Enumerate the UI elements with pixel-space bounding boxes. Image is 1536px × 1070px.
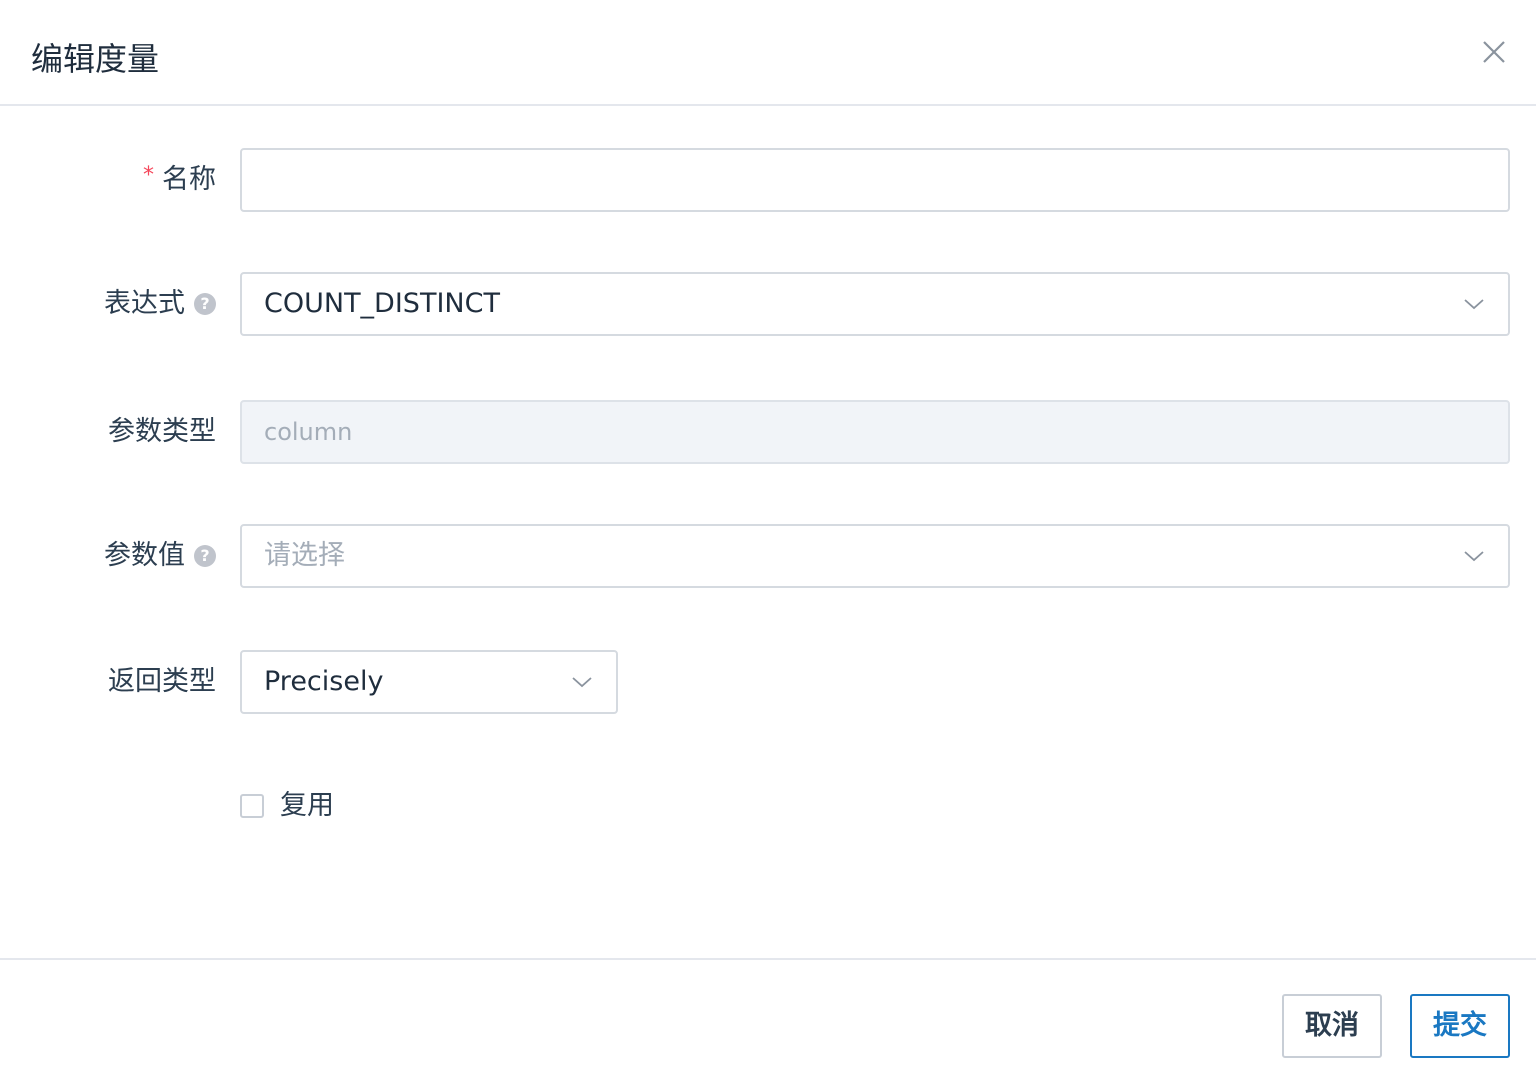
return-type-select-value: Precisely (264, 666, 384, 697)
help-icon[interactable]: ? (194, 545, 216, 567)
dialog-header: 编辑度量 (0, 0, 1536, 106)
submit-button[interactable]: 提交 (1410, 994, 1510, 1058)
param-type-label-group: 参数类型 (108, 400, 216, 464)
param-type-label: 参数类型 (108, 416, 216, 447)
param-value-placeholder: 请选择 (264, 540, 345, 571)
help-icon[interactable]: ? (194, 293, 216, 315)
expression-label: 表达式 (104, 288, 185, 319)
reuse-checkbox[interactable] (240, 794, 264, 818)
param-value-label-group: 参数值 ? (104, 524, 216, 588)
reuse-checkbox-label[interactable]: 复用 (280, 790, 334, 822)
name-label: 名称 (162, 164, 216, 195)
form-row-name: * 名称 (0, 148, 1536, 212)
reuse-checkbox-row: 复用 (240, 790, 334, 822)
form-row-return-type: 返回类型 Precisely (0, 650, 1536, 714)
form-row-param-value: 参数值 ? 请选择 (0, 524, 1536, 588)
form-row-param-type: 参数类型 column (0, 400, 1536, 464)
chevron-down-icon (572, 677, 592, 688)
chevron-down-icon (1464, 551, 1484, 562)
name-label-group: * 名称 (143, 148, 216, 212)
cancel-button[interactable]: 取消 (1282, 994, 1382, 1058)
chevron-down-icon (1464, 299, 1484, 310)
expression-label-group: 表达式 ? (104, 272, 216, 336)
required-mark: * (143, 163, 154, 188)
close-button[interactable] (1478, 36, 1510, 68)
dialog-footer: 取消 提交 (0, 958, 1536, 1070)
edit-measure-dialog: 编辑度量 * 名称 表达式 ? COUNT_DISTINCT 参数类型 colu… (0, 0, 1536, 1070)
close-icon (1483, 41, 1505, 63)
return-type-label: 返回类型 (108, 666, 216, 697)
return-type-select[interactable]: Precisely (240, 650, 618, 714)
name-input[interactable] (240, 148, 1510, 212)
expression-select[interactable]: COUNT_DISTINCT (240, 272, 1510, 336)
param-value-select[interactable]: 请选择 (240, 524, 1510, 588)
param-type-value: column (264, 418, 353, 446)
param-value-label: 参数值 (104, 540, 185, 571)
param-type-input: column (240, 400, 1510, 464)
dialog-title: 编辑度量 (31, 40, 160, 78)
expression-select-value: COUNT_DISTINCT (264, 288, 500, 319)
return-type-label-group: 返回类型 (108, 650, 216, 714)
form-row-expression: 表达式 ? COUNT_DISTINCT (0, 272, 1536, 336)
